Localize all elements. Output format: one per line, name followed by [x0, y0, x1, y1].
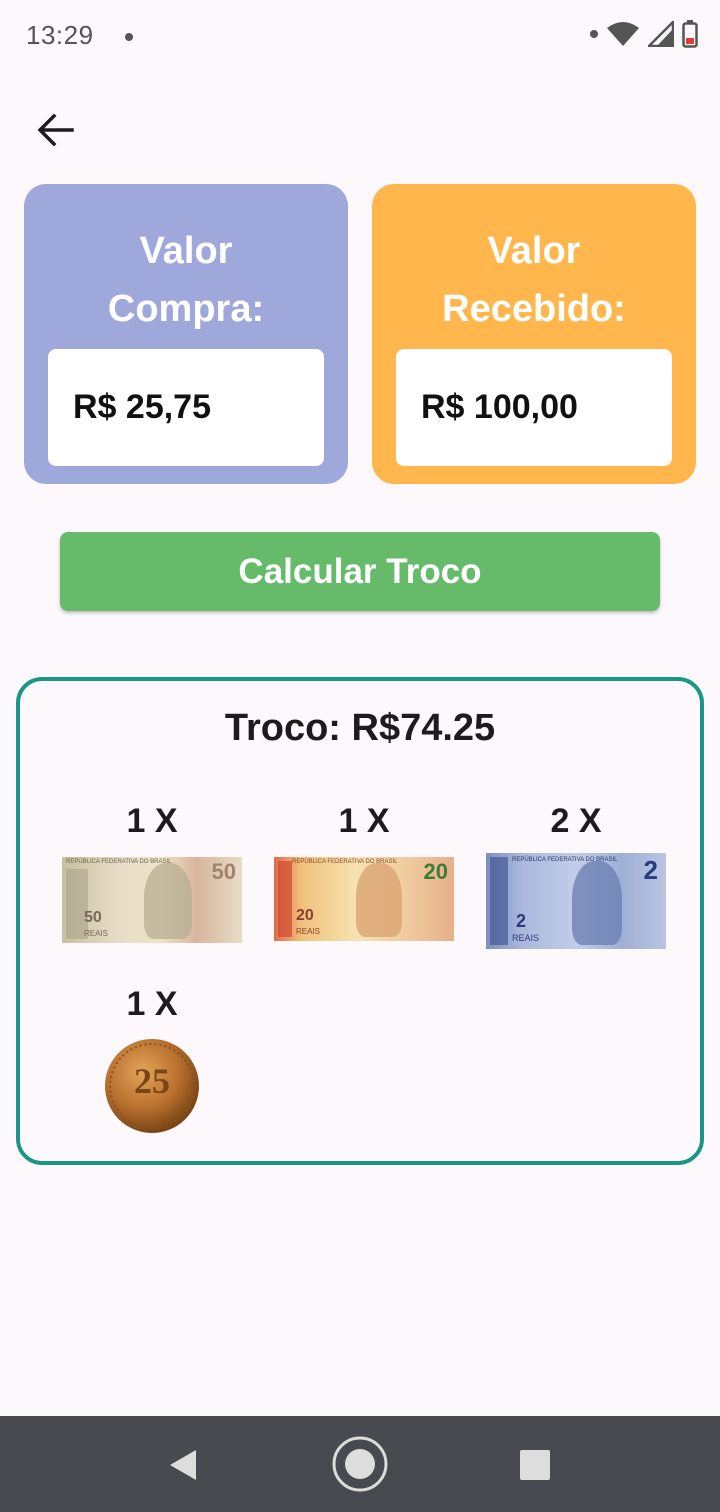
note-denomination-bottom: 2 — [516, 911, 527, 931]
note-denomination-top: 2 — [643, 855, 658, 885]
change-count: 1 X — [126, 985, 178, 1023]
banknote-2-image: REPÚBLICA FEDERATIVA DO BRASIL 2 2 REAIS — [486, 853, 666, 949]
note-currency: REAIS — [296, 927, 321, 936]
change-item-2: 2 X REPÚBLICA FEDERATIVA DO BRASIL 2 2 R… — [481, 799, 671, 949]
status-time: 13:29 — [26, 20, 94, 50]
square-recents-icon — [520, 1450, 550, 1480]
nav-home-button[interactable] — [332, 1436, 388, 1492]
calcular-troco-button[interactable]: Calcular Troco — [60, 532, 660, 611]
cell-signal-icon — [648, 21, 674, 47]
change-count: 1 X — [338, 802, 390, 840]
note-currency: REAIS — [84, 929, 109, 938]
effigy-icon — [144, 863, 192, 939]
arrow-left-icon — [38, 114, 74, 146]
change-count: 1 X — [126, 802, 178, 840]
note-header: REPÚBLICA FEDERATIVA DO BRASIL — [66, 859, 172, 865]
navigation-bar — [0, 1416, 720, 1512]
note-denomination-top: 20 — [423, 859, 448, 884]
notification-dot-icon — [125, 33, 133, 41]
valor-compra-input[interactable]: R$ 25,75 — [48, 349, 324, 466]
valor-compra-card: Valor Compra: R$ 25,75 — [24, 184, 348, 484]
note-denomination-bottom: 20 — [296, 907, 314, 924]
valor-recebido-input[interactable]: R$ 100,00 — [396, 349, 672, 466]
change-item-50: 1 X REPÚBLICA FEDERATIVA DO BRASIL 50 50… — [57, 799, 247, 943]
status-icons — [590, 20, 698, 48]
change-item-20: 1 X REPÚBLICA FEDERATIVA DO BRASIL 20 20… — [269, 799, 459, 941]
note-currency: REAIS — [512, 933, 540, 943]
change-item-25-cents: 1 X 25 — [57, 982, 247, 1136]
effigy-icon — [572, 861, 622, 945]
note-stripe — [490, 857, 508, 945]
circle-home-icon — [332, 1436, 388, 1492]
back-button[interactable] — [30, 104, 82, 156]
nav-back-button[interactable] — [158, 1440, 208, 1490]
notification-dot-icon — [590, 30, 598, 38]
nav-recents-button[interactable] — [510, 1440, 560, 1490]
triangle-back-icon — [170, 1450, 196, 1480]
valor-compra-title-line1: Valor — [139, 230, 233, 272]
valor-recebido-title-line1: Valor — [487, 230, 581, 272]
note-denomination-top: 50 — [211, 859, 236, 884]
valor-recebido-title: Valor Recebido: — [372, 222, 696, 338]
wifi-icon — [607, 22, 639, 46]
valor-recebido-title-line2: Recebido: — [442, 288, 626, 330]
status-bar: 13:29 — [0, 0, 720, 72]
coin-25-image: 25 — [102, 1036, 202, 1136]
note-denomination-bottom: 50 — [84, 909, 102, 926]
valor-compra-title-line2: Compra: — [107, 288, 265, 330]
battery-icon — [682, 20, 698, 48]
result-panel: Troco: R$74.25 1 X REPÚBLICA FEDERATIVA … — [16, 677, 704, 1165]
coin-denomination: 25 — [134, 1061, 170, 1101]
note-stripe — [278, 861, 292, 937]
change-count: 2 X — [550, 802, 602, 840]
valor-recebido-card: Valor Recebido: R$ 100,00 — [372, 184, 696, 484]
troco-title: Troco: R$74.25 — [224, 707, 496, 749]
valor-compra-title: Valor Compra: — [24, 222, 348, 338]
banknote-20-image: REPÚBLICA FEDERATIVA DO BRASIL 20 20 REA… — [274, 857, 454, 941]
banknote-50-image: REPÚBLICA FEDERATIVA DO BRASIL 50 50 REA… — [62, 857, 242, 943]
effigy-icon — [356, 863, 402, 937]
